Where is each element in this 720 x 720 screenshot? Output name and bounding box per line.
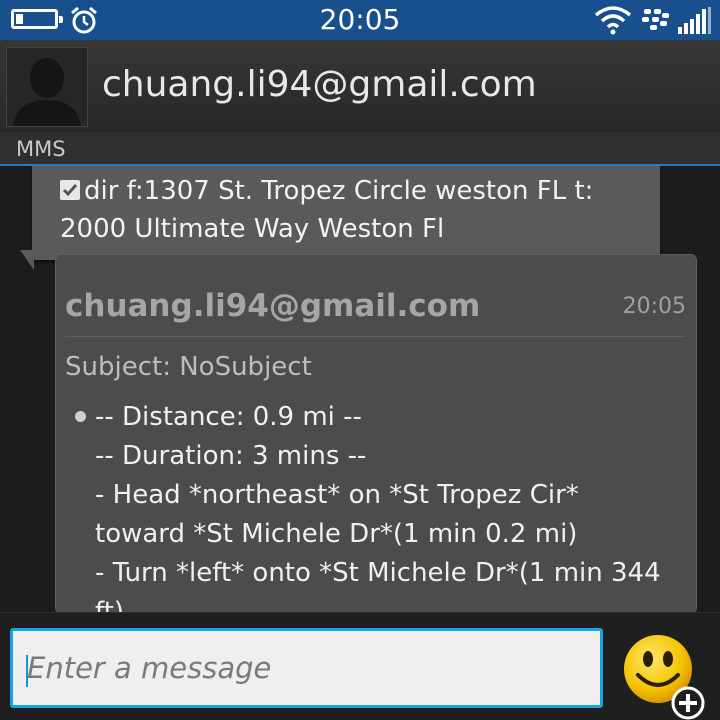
received-body: -- Distance: 0.9 mi -- -- Duration: 3 mi… <box>95 398 695 612</box>
avatar[interactable] <box>6 47 88 127</box>
status-bar: 20:05 <box>0 0 720 40</box>
sent-message-bubble[interactable]: dir f:1307 St. Tropez Circle weston FL t… <box>32 166 660 260</box>
message-type-label: MMS <box>16 137 66 161</box>
conversation-header: chuang.li94@gmail.com <box>0 40 720 132</box>
bubble-tail <box>20 250 34 270</box>
smiley-add-icon[interactable] <box>622 631 708 720</box>
card-divider <box>65 336 685 337</box>
composer-bar <box>0 612 720 720</box>
sent-line-2: 2000 Ultimate Way Weston Fl <box>60 214 445 244</box>
signal-icon <box>678 7 711 34</box>
attachment-bullet-icon <box>75 411 86 422</box>
bbm-icon <box>642 9 669 30</box>
body-line: -- Duration: 3 mins -- <box>95 441 367 471</box>
sent-message-text: dir f:1307 St. Tropez Circle weston FL t… <box>60 172 660 248</box>
avatar-silhouette-icon <box>7 48 87 126</box>
received-sender: chuang.li94@gmail.com <box>65 288 481 324</box>
wifi-icon <box>594 6 632 35</box>
body-line: toward *St Michele Dr*(1 min 0.2 mi) <box>95 519 578 549</box>
body-line: - Head *northeast* on *St Tropez Cir* <box>95 480 579 510</box>
message-type-bar: MMS <box>0 132 720 165</box>
sent-line-1: dir f:1307 St. Tropez Circle weston FL t… <box>84 176 594 206</box>
body-line: -- Distance: 0.9 mi -- <box>95 402 362 432</box>
conversation-list[interactable]: dir f:1307 St. Tropez Circle weston FL t… <box>0 166 720 612</box>
received-time: 20:05 <box>622 294 686 319</box>
body-line: ft) <box>95 597 125 612</box>
text-cursor <box>26 655 28 687</box>
contact-title: chuang.li94@gmail.com <box>102 64 537 105</box>
message-input[interactable] <box>10 628 603 708</box>
delivered-check-icon <box>60 180 80 200</box>
body-line: - Turn *left* onto *St Michele Dr*(1 min… <box>95 558 661 588</box>
screen: 20:05 chuang.li94@gmail.com MMS dir f:13… <box>0 0 720 720</box>
received-subject: Subject: NoSubject <box>65 352 312 382</box>
